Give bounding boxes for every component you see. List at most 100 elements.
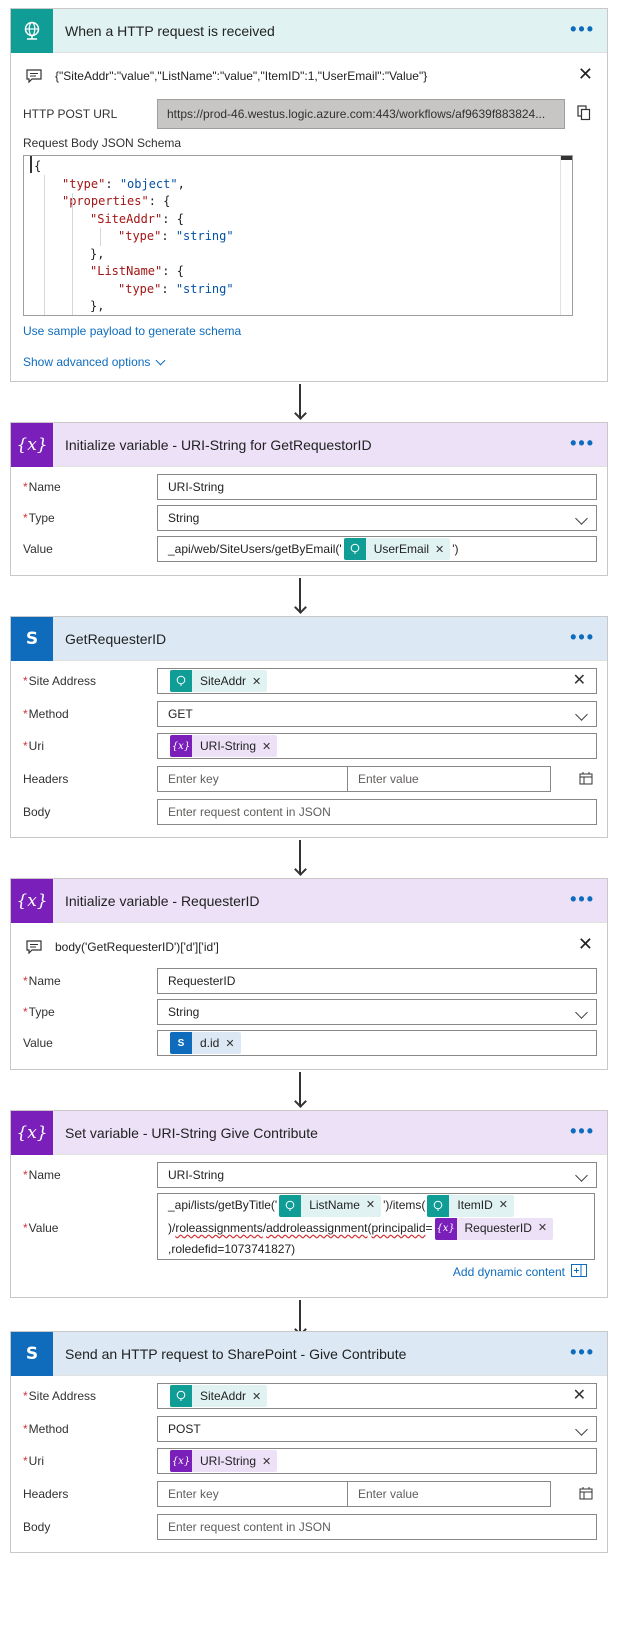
add-content-icon [571, 1264, 587, 1280]
useremail-token[interactable]: UserEmail ✕ [343, 538, 451, 560]
header-key-input[interactable]: Enter key [157, 1481, 351, 1507]
variable-icon: {x} [170, 735, 192, 757]
site-address-input[interactable]: SiteAddr ✕ ✕ [157, 1383, 597, 1409]
type-select[interactable]: String [157, 999, 597, 1025]
clear-icon[interactable]: ✕ [573, 1388, 586, 1404]
uri-label: Uri [28, 739, 44, 753]
schema-line: }, [90, 246, 105, 261]
editor-scrollbar[interactable] [560, 156, 572, 315]
copy-icon[interactable] [577, 105, 591, 124]
init2-comment[interactable]: body('GetRequesterID')['d']['id'] [23, 938, 219, 956]
uri-input[interactable]: {x} URI-String ✕ [157, 1448, 597, 1474]
value-input[interactable]: S d.id ✕ [157, 1030, 597, 1056]
indent-guide [44, 175, 45, 315]
token-remove-icon[interactable]: ✕ [225, 1037, 240, 1050]
type-select[interactable]: String [157, 505, 597, 531]
method-select[interactable]: POST [157, 1416, 597, 1442]
site-address-row: *Site Address SiteAddr ✕ ✕ [23, 668, 597, 694]
get-requester-header[interactable]: S GetRequesterID ••• [11, 616, 607, 661]
switch-to-text-mode-icon[interactable] [579, 771, 593, 788]
add-dynamic-content-link[interactable]: Add dynamic content [453, 1264, 587, 1280]
add-dynamic-content-text: Add dynamic content [452, 1265, 565, 1279]
type-label: Type [28, 511, 55, 525]
did-token[interactable]: S d.id ✕ [170, 1032, 241, 1054]
more-options-icon[interactable]: ••• [570, 1343, 595, 1361]
token-remove-icon[interactable]: ✕ [262, 1455, 277, 1468]
value-text: ,roledefid=1073741827) [168, 1241, 296, 1256]
trigger-header[interactable]: When a HTTP request is received ••• [11, 8, 607, 53]
schema-line: "type": "string" [118, 281, 234, 296]
token-remove-icon[interactable]: ✕ [435, 543, 450, 556]
send-http-title: Send an HTTP request to SharePoint - Giv… [65, 1345, 407, 1362]
more-options-icon[interactable]: ••• [570, 434, 595, 452]
set-variable-header[interactable]: {x} Set variable - URI-String Give Contr… [11, 1110, 607, 1155]
value-editor[interactable]: _api/lists/getByTitle(' ListName ✕ ')/it… [157, 1193, 595, 1260]
init-requesterid-card: {x} Initialize variable - RequesterID ••… [10, 878, 608, 1070]
more-options-icon[interactable]: ••• [570, 20, 595, 38]
name-select[interactable]: URI-String [157, 1162, 597, 1188]
more-options-icon[interactable]: ••• [570, 628, 595, 646]
site-address-input[interactable]: SiteAddr ✕ ✕ [157, 668, 597, 694]
value-suffix: ') [452, 542, 459, 556]
token-remove-icon[interactable]: ✕ [252, 1390, 267, 1403]
close-comment-icon[interactable]: ✕ [578, 65, 593, 83]
uri-string-token[interactable]: {x} URI-String ✕ [170, 1450, 278, 1472]
headers-label: Headers [23, 1487, 69, 1501]
type-row: *Type String [23, 999, 597, 1025]
variable-icon: {x} [11, 422, 53, 467]
siteaddr-token[interactable]: SiteAddr ✕ [170, 670, 268, 692]
token-remove-icon[interactable]: ✕ [366, 1194, 381, 1217]
itemid-token[interactable]: ItemID ✕ [427, 1194, 514, 1217]
uri-string-token[interactable]: {x} URI-String ✕ [170, 735, 278, 757]
token-remove-icon[interactable]: ✕ [262, 740, 277, 753]
method-label: Method [28, 707, 69, 721]
advanced-options-link[interactable]: Show advanced options [23, 355, 166, 369]
header-key-input[interactable]: Enter key [157, 766, 351, 792]
uri-input[interactable]: {x} URI-String ✕ [157, 733, 597, 759]
method-select[interactable]: GET [157, 701, 597, 727]
trigger-title: When a HTTP request is received [65, 22, 275, 39]
send-http-header[interactable]: S Send an HTTP request to SharePoint - G… [11, 1331, 607, 1376]
name-input[interactable]: URI-String [157, 474, 597, 500]
token-remove-icon[interactable]: ✕ [252, 675, 267, 688]
switch-to-text-mode-icon[interactable] [579, 1486, 593, 1503]
token-remove-icon[interactable]: ✕ [538, 1217, 553, 1240]
chevron-down-icon[interactable] [575, 708, 588, 721]
body-input[interactable]: Enter request content in JSON [157, 1514, 597, 1540]
comment-icon [23, 938, 45, 956]
header-value-input[interactable]: Enter value [347, 766, 551, 792]
set-variable-title: Set variable - URI-String Give Contribut… [65, 1124, 318, 1141]
sample-payload-link[interactable]: Use sample payload to generate schema [23, 324, 241, 338]
more-options-icon[interactable]: ••• [570, 1122, 595, 1140]
token-label: ListName [309, 1198, 360, 1212]
init-requesterid-header[interactable]: {x} Initialize variable - RequesterID ••… [11, 878, 607, 923]
header-value-input[interactable]: Enter value [347, 1481, 551, 1507]
headers-row: Headers Enter key Enter value [23, 1481, 597, 1507]
name-input[interactable]: RequesterID [157, 968, 597, 994]
value-prefix: _api/web/SiteUsers/getByEmail(' [168, 542, 342, 556]
body-input[interactable]: Enter request content in JSON [157, 799, 597, 825]
chevron-down-icon[interactable] [575, 1423, 588, 1436]
clear-icon[interactable]: ✕ [573, 673, 586, 689]
site-address-label: Site Address [28, 674, 97, 688]
more-options-icon[interactable]: ••• [570, 890, 595, 908]
token-label: RequesterID [464, 1221, 532, 1235]
flow-arrow [293, 1072, 307, 1110]
init-uri-header[interactable]: {x} Initialize variable - URI-String for… [11, 422, 607, 467]
chevron-down-icon[interactable] [575, 1169, 588, 1182]
chevron-down-icon[interactable] [575, 512, 588, 525]
listname-token[interactable]: ListName ✕ [279, 1194, 382, 1217]
trigger-comment[interactable]: {"SiteAddr":"value","ListName":"value","… [23, 67, 427, 85]
close-comment-icon[interactable]: ✕ [578, 935, 593, 953]
token-remove-icon[interactable]: ✕ [499, 1194, 514, 1217]
value-text: ')/items( [383, 1198, 426, 1212]
http-url-field[interactable]: https://prod-46.westus.logic.azure.com:4… [157, 99, 565, 129]
init-uri-card: {x} Initialize variable - URI-String for… [10, 422, 608, 576]
sharepoint-icon: S [11, 616, 53, 661]
requesterid-token[interactable]: {x} RequesterID ✕ [434, 1217, 554, 1240]
siteaddr-token[interactable]: SiteAddr ✕ [170, 1385, 268, 1407]
value-input[interactable]: _api/web/SiteUsers/getByEmail(' UserEmai… [157, 536, 597, 562]
body-label: Body [23, 1520, 51, 1534]
chevron-down-icon[interactable] [575, 1006, 588, 1019]
schema-editor[interactable]: {"type": "object", "properties": {"SiteAd… [23, 155, 573, 316]
